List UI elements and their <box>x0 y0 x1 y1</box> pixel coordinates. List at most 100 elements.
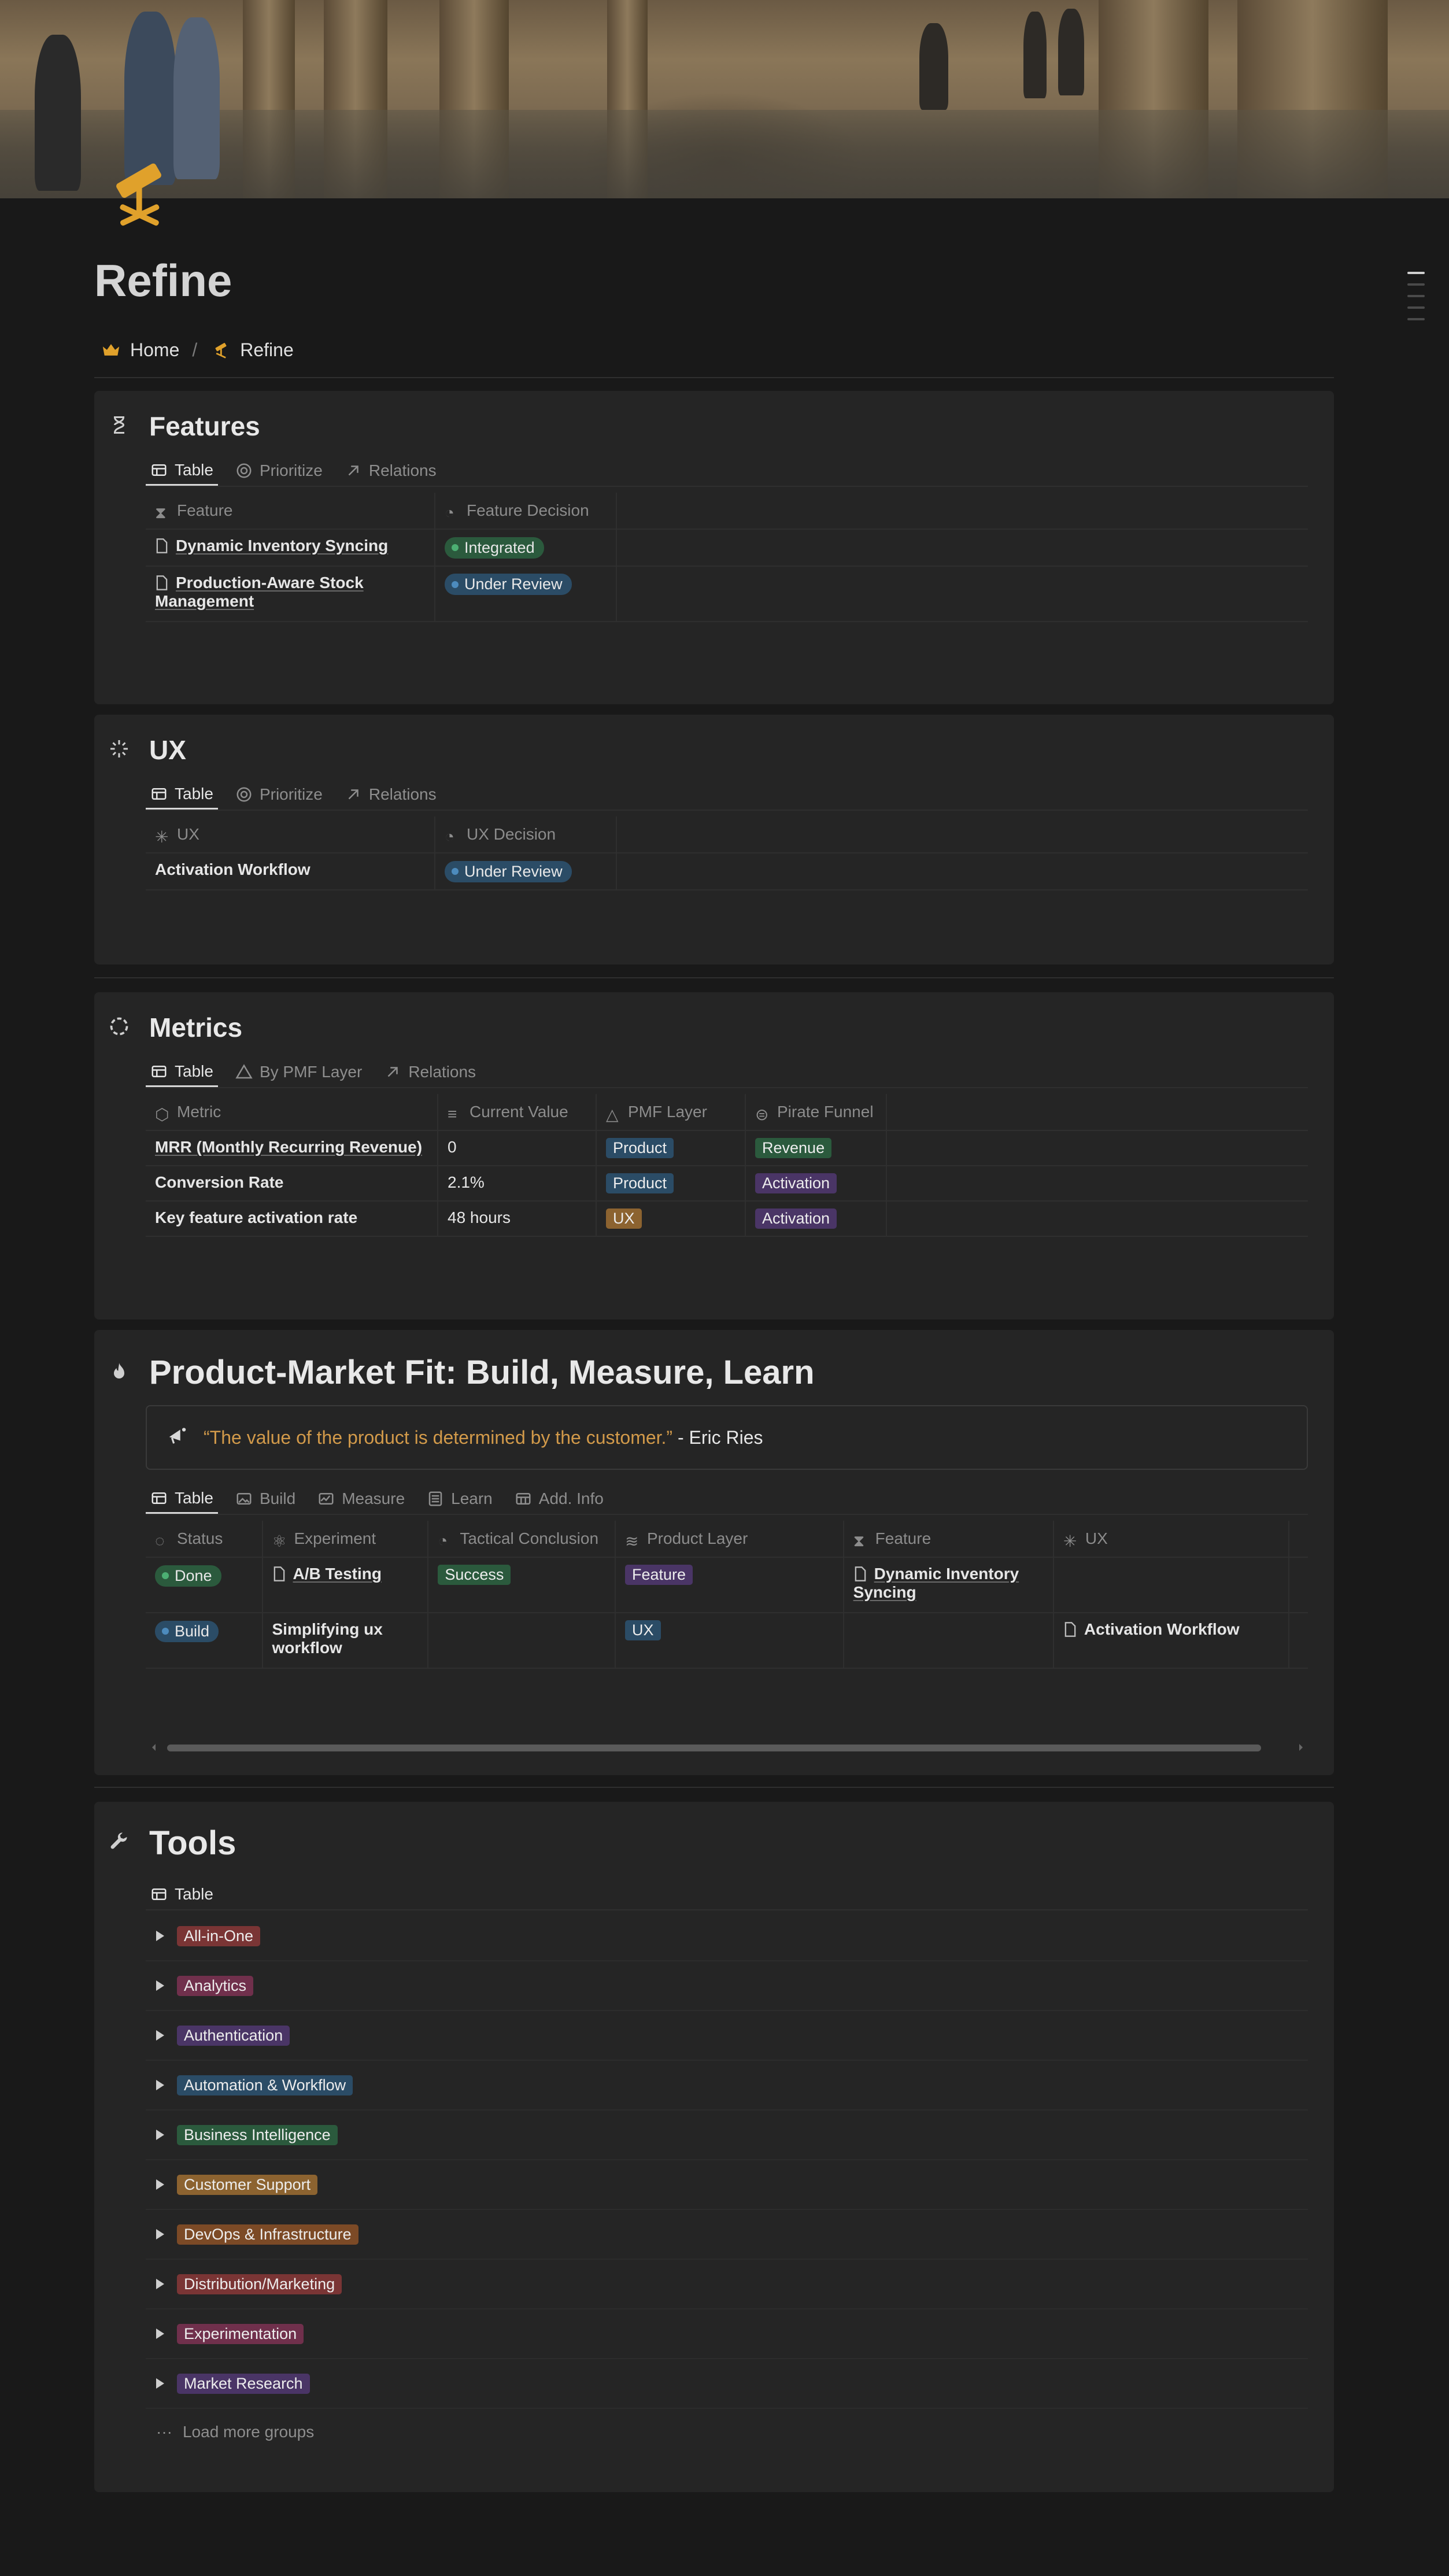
tab-table[interactable]: Table <box>146 779 218 810</box>
group-toggle[interactable]: All-in-One <box>146 1912 1308 1961</box>
load-more-groups-button[interactable]: ··· Load more groups <box>146 2409 1308 2455</box>
ux-name[interactable]: Activation Workflow <box>146 853 435 890</box>
tools-view-tabs: Table <box>146 1879 1308 1910</box>
group-toggle[interactable]: Market Research <box>146 2359 1308 2409</box>
breadcrumb: Home / Refine <box>100 339 294 361</box>
table-row[interactable]: Activation Workflow Under Review <box>146 853 1308 890</box>
column-header-feature[interactable]: ⧗ Feature <box>146 493 435 530</box>
divider <box>94 977 1334 978</box>
column-header-feature[interactable]: ⧗ Feature <box>843 1521 1054 1558</box>
table-of-contents[interactable] <box>1407 272 1425 320</box>
column-header-ux-decision[interactable]: ◔ UX Decision <box>435 816 617 853</box>
telescope-icon <box>116 163 161 226</box>
cover-image <box>0 0 1449 198</box>
table-row[interactable]: Conversion Rate 2.1% Product Activation <box>146 1166 1308 1202</box>
column-header-metric[interactable]: ⬡ Metric <box>146 1094 438 1131</box>
page-icon <box>155 575 170 592</box>
pmf-title: Product-Market Fit: Build, Measure, Lear… <box>109 1353 815 1392</box>
group-toggle[interactable]: Authentication <box>146 2011 1308 2061</box>
column-header-ux[interactable]: ✳ UX <box>1053 1521 1290 1558</box>
pmf-view-tabs: Table Build Measure Learn Add. Info <box>146 1484 1308 1515</box>
group-toggle[interactable]: Automation & Workflow <box>146 2061 1308 2111</box>
feature-link[interactable]: Production-Aware Stock Management <box>155 574 364 610</box>
column-header-current-value[interactable]: ≡ Current Value <box>438 1094 597 1131</box>
arrow-up-right-icon <box>387 1067 398 1077</box>
tools-groups: All-in-One Analytics Authentication Auto… <box>146 1912 1308 2455</box>
dashed-circle-icon <box>109 1016 132 1039</box>
ux-title: UX <box>109 734 186 766</box>
table-icon <box>516 1493 531 1505</box>
table-row[interactable]: MRR (Monthly Recurring Revenue) 0 Produc… <box>146 1130 1308 1166</box>
features-view-tabs: Table Prioritize Relations <box>146 456 1308 487</box>
caret-right-icon <box>156 2179 164 2190</box>
caret-right-icon <box>156 2130 164 2140</box>
tab-add-info[interactable]: Add. Info <box>510 1484 608 1514</box>
group-toggle[interactable]: Customer Support <box>146 2160 1308 2210</box>
column-header-product-layer[interactable]: ≋ Product Layer <box>615 1521 844 1558</box>
table-icon <box>151 1065 167 1077</box>
callout-quote: “The value of the product is determined … <box>146 1405 1308 1470</box>
pmf-table: ◌ Status ⚛ Experiment ◔ Tactical Conclusion… <box>146 1521 1308 1669</box>
tab-build[interactable]: Build <box>231 1484 300 1514</box>
tab-by-pmf-layer[interactable]: By PMF Layer <box>231 1057 367 1087</box>
column-header-pmf-layer[interactable]: △ PMF Layer <box>596 1094 746 1131</box>
status-badge: Integrated <box>445 537 544 559</box>
column-header-pirate-funnel[interactable]: ⊜ Pirate Funnel <box>745 1094 887 1131</box>
tab-table[interactable]: Table <box>146 456 218 486</box>
page-icon <box>1063 1621 1078 1639</box>
tab-learn[interactable]: Learn <box>422 1484 497 1514</box>
wrench-icon <box>109 1832 132 1855</box>
pmf-section: Product-Market Fit: Build, Measure, Lear… <box>94 1330 1334 1775</box>
column-header-status[interactable]: ◌ Status <box>146 1521 263 1558</box>
table-row[interactable]: Build Simplifying ux workflow UX Activat… <box>146 1613 1308 1669</box>
page-icon <box>853 1566 868 1583</box>
dna-icon <box>109 415 132 438</box>
divider <box>94 1787 1334 1788</box>
breadcrumb-current[interactable]: Refine <box>240 339 294 361</box>
breadcrumb-separator: / <box>192 339 198 360</box>
caret-right-icon <box>156 1980 164 1991</box>
caret-right-icon <box>156 2030 164 2041</box>
group-toggle[interactable]: Analytics <box>146 1961 1308 2011</box>
horizontal-scrollbar[interactable] <box>150 1739 1308 1755</box>
column-header-experiment[interactable]: ⚛ Experiment <box>262 1521 429 1558</box>
metrics-title: Metrics <box>109 1012 242 1043</box>
tab-prioritize[interactable]: Prioritize <box>231 779 327 810</box>
tab-table[interactable]: Table <box>146 1057 218 1087</box>
tab-table[interactable]: Table <box>146 1484 218 1514</box>
tools-title: Tools <box>109 1824 236 1862</box>
feature-link[interactable]: Dynamic Inventory Syncing <box>176 537 388 555</box>
group-toggle[interactable]: DevOps & Infrastructure <box>146 2210 1308 2260</box>
flame-icon <box>109 1361 132 1384</box>
column-header-tactical-conclusion[interactable]: ◔ Tactical Conclusion <box>428 1521 616 1558</box>
tab-relations[interactable]: Relations <box>340 456 441 486</box>
target-icon <box>236 463 252 478</box>
tools-section: Tools Table All-in-One Analytics Authent… <box>94 1802 1334 2492</box>
tab-relations[interactable]: Relations <box>340 779 441 810</box>
table-row[interactable]: Key feature activation rate 48 hours UX … <box>146 1201 1308 1237</box>
breadcrumb-home[interactable]: Home <box>130 339 179 361</box>
group-toggle[interactable]: Business Intelligence <box>146 2111 1308 2160</box>
tab-measure[interactable]: Measure <box>313 1484 409 1514</box>
status-badge: Build <box>155 1620 219 1642</box>
column-header-feature-decision[interactable]: ◔ Feature Decision <box>435 493 617 530</box>
caret-right-icon <box>156 1931 164 1941</box>
image-icon <box>236 1493 252 1505</box>
target-icon <box>236 787 252 802</box>
table-icon <box>151 788 167 800</box>
page-icon <box>272 1566 287 1583</box>
group-toggle[interactable]: Distribution/Marketing <box>146 2260 1308 2309</box>
table-row[interactable]: Done A/B Testing Success Feature Dynamic… <box>146 1557 1308 1613</box>
tab-table[interactable]: Table <box>146 1879 218 1909</box>
more-dots-icon: ··· <box>156 2423 172 2441</box>
chart-icon <box>319 1493 334 1505</box>
tab-relations[interactable]: Relations <box>379 1057 480 1087</box>
features-title: Features <box>109 411 260 442</box>
table-row[interactable]: Dynamic Inventory Syncing Integrated <box>146 529 1308 567</box>
tab-prioritize[interactable]: Prioritize <box>231 456 327 486</box>
metrics-view-tabs: Table By PMF Layer Relations <box>146 1057 1308 1088</box>
megaphone-icon <box>167 1424 188 1451</box>
column-header-ux[interactable]: ✳ UX <box>146 816 435 853</box>
table-row[interactable]: Production-Aware Stock Management Under … <box>146 566 1308 622</box>
group-toggle[interactable]: Experimentation <box>146 2309 1308 2359</box>
